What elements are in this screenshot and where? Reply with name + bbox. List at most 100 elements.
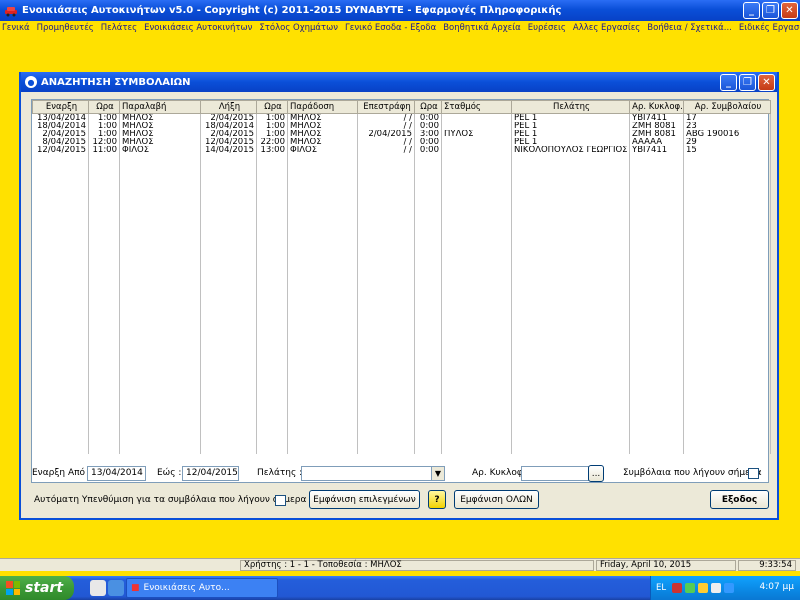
cell-return-time: 0:00 — [414, 113, 442, 122]
close-icon: ✕ — [762, 77, 771, 88]
plate-browse-button[interactable]: ... — [588, 465, 604, 482]
dialog-close-button[interactable]: ✕ — [758, 74, 775, 91]
auto-reminder-checkbox[interactable] — [275, 495, 286, 506]
show-all-button[interactable]: Εμφάνιση ΟΛΩΝ — [454, 490, 539, 509]
table-row[interactable]: 13/04/2014 1:00 ΜΗΛΟΣ 2/04/2015 1:00 ΜΗΛ… — [32, 113, 771, 122]
minimize-button[interactable]: _ — [743, 2, 760, 19]
contracts-grid[interactable]: Εναρξη Ωρα Παραλαβή Λήξη Ωρα Παράδοση Επ… — [31, 99, 771, 483]
cell-start-date: 18/04/2014 — [32, 122, 89, 130]
app-title-bar[interactable]: Ενοικιάσεις Αυτοκινήτων v5.0 - Copyright… — [0, 0, 800, 21]
car-icon — [4, 4, 18, 18]
search-contracts-dialog: ● ΑΝΑΖΗΤΗΣΗ ΣΥΜΒΟΛΑΙΩΝ _ ❐ ✕ Εναρξη Ωρα … — [19, 72, 779, 520]
col-header[interactable]: Σταθμός — [441, 100, 512, 114]
to-date-field[interactable]: 12/04/2015 — [182, 466, 239, 481]
cell-start-date: 2/04/2015 — [32, 130, 89, 138]
tray-bluetooth-icon[interactable] — [724, 583, 735, 593]
cell-end-date: 2/04/2015 — [200, 113, 257, 122]
customer-dropdown-button[interactable]: ▼ — [431, 466, 445, 481]
cell-start-date: 8/04/2015 — [32, 138, 89, 146]
menu-item[interactable]: Γενικά — [2, 23, 30, 33]
table-row[interactable]: 18/04/2014 1:00 ΜΗΛΟΣ 18/04/2014 1:00 ΜΗ… — [32, 122, 771, 130]
dialog-title: ΑΝΑΖΗΤΗΣΗ ΣΥΜΒΟΛΑΙΩΝ — [41, 76, 191, 88]
cell-return-time: 0:00 — [414, 138, 442, 146]
col-header[interactable]: Παραλαβή — [119, 100, 201, 114]
taskbar-app-button[interactable]: ■ Ενοικιάσεις Αυτο... — [126, 578, 278, 598]
cell-station: ΠΥΛΟΣ — [441, 130, 512, 138]
cell-contract-no: ABG 190016 — [683, 130, 771, 138]
menu-item[interactable]: Αλλες Εργασίες — [573, 23, 640, 33]
windows-logo-icon — [6, 581, 20, 595]
browser-icon[interactable] — [108, 580, 124, 596]
expiring-today-checkbox[interactable] — [748, 468, 759, 479]
col-header[interactable]: Ωρα — [88, 100, 120, 114]
cell-plate: ΥΒΙ7411 — [629, 146, 684, 154]
dialog-minimize-button[interactable]: _ — [720, 74, 737, 91]
col-header[interactable]: Εναρξη — [32, 100, 89, 114]
cell-contract-no: 17 — [683, 113, 771, 122]
grid-empty-area — [32, 154, 771, 454]
menu-item[interactable]: Πελάτες — [101, 23, 137, 33]
taskbar: start ■ Ενοικιάσεις Αυτο... EL 4:07 μμ — [0, 576, 800, 600]
restore-icon: ❐ — [743, 77, 752, 88]
cell-dropoff: ΜΗΛΟΣ — [287, 122, 358, 130]
auto-reminder-label: Αυτόματη Υπενθύμιση για τα συμβόλαια που… — [34, 495, 307, 505]
cell-start-time: 11:00 — [88, 146, 120, 154]
start-button[interactable]: start — [0, 576, 74, 600]
tray-volume-icon[interactable] — [711, 583, 722, 593]
menu-item[interactable]: Ενοικιάσεις Αυτοκινήτων — [144, 23, 252, 33]
cell-return-time: 3:00 — [414, 130, 442, 138]
menu-item[interactable]: Βοηθητικά Αρχεία — [443, 23, 521, 33]
chevron-down-icon: ▼ — [434, 469, 442, 478]
col-header[interactable]: Επεστράφη — [357, 100, 415, 114]
taskbar-clock[interactable]: 4:07 μμ — [759, 582, 794, 592]
col-header[interactable]: Παράδοση — [287, 100, 358, 114]
tray-network-icon[interactable] — [685, 583, 696, 593]
cell-start-time: 1:00 — [88, 122, 120, 130]
plate-field[interactable] — [521, 466, 589, 481]
col-header[interactable]: Λήξη — [200, 100, 257, 114]
grid-header-row: Εναρξη Ωρα Παραλαβή Λήξη Ωρα Παράδοση Επ… — [32, 100, 771, 114]
customer-select[interactable] — [301, 466, 432, 481]
status-user: Χρήστης : 1 - 1 - Τοποθεσία : ΜΗΛΟΣ — [240, 560, 594, 571]
taskbar-app-label: Ενοικιάσεις Αυτο... — [143, 583, 230, 593]
cell-station — [441, 146, 512, 154]
show-selected-button[interactable]: Εμφάνιση επιλεγμένων — [309, 490, 420, 509]
cell-plate: ΖΜΗ 8081 — [629, 122, 684, 130]
language-indicator[interactable]: EL — [656, 583, 666, 593]
menu-item[interactable]: Ειδικές Εργασίες — [739, 23, 800, 33]
cell-start-time: 1:00 — [88, 130, 120, 138]
col-header[interactable]: Αρ. Συμβολαίου — [683, 100, 771, 114]
tray-app-icon[interactable] — [672, 583, 683, 593]
close-button[interactable]: ✕ — [781, 2, 798, 19]
minimize-icon: _ — [726, 77, 731, 88]
system-tray: EL 4:07 μμ — [650, 576, 800, 600]
table-row[interactable]: 12/04/2015 11:00 ΦΙΛΟΣ 14/04/2015 13:00 … — [32, 146, 771, 154]
col-header[interactable]: Πελάτης — [511, 100, 630, 114]
table-row[interactable]: 2/04/2015 1:00 ΜΗΛΟΣ 2/04/2015 1:00 ΜΗΛΟ… — [32, 130, 771, 138]
exit-button[interactable]: Εξοδος — [710, 490, 769, 509]
col-header[interactable]: Ωρα — [414, 100, 442, 114]
col-header[interactable]: Ωρα — [256, 100, 288, 114]
restore-icon: ❐ — [766, 5, 775, 16]
cell-customer: PEL 1 — [511, 138, 630, 146]
menu-bar: Γενικά Προμηθευτές Πελάτες Ενοικιάσεις Α… — [0, 21, 800, 35]
cell-dropoff: ΦΙΛΟΣ — [287, 146, 358, 154]
menu-item[interactable]: Προμηθευτές — [37, 23, 94, 33]
menu-item[interactable]: Γενικό Εσοδα - Εξοδα — [345, 23, 436, 33]
show-desktop-icon[interactable] — [90, 580, 106, 596]
cell-station — [441, 138, 512, 146]
tray-security-icon[interactable] — [698, 583, 709, 593]
app-title: Ενοικιάσεις Αυτοκινήτων v5.0 - Copyright… — [22, 5, 562, 16]
table-row[interactable]: 8/04/2015 12:00 ΜΗΛΟΣ 12/04/2015 22:00 Μ… — [32, 138, 771, 146]
menu-item[interactable]: Στόλος Οχημάτων — [259, 23, 338, 33]
dialog-restore-button[interactable]: ❐ — [739, 74, 756, 91]
restore-button[interactable]: ❐ — [762, 2, 779, 19]
dialog-title-bar[interactable]: ● ΑΝΑΖΗΤΗΣΗ ΣΥΜΒΟΛΑΙΩΝ _ ❐ ✕ — [21, 72, 777, 92]
start-from-field[interactable]: 13/04/2014 — [87, 466, 146, 481]
menu-item[interactable]: Ευρέσεις — [528, 23, 566, 33]
col-header[interactable]: Αρ. Κυκλοφ. — [629, 100, 684, 114]
help-button[interactable]: ? — [428, 490, 446, 509]
cell-station — [441, 122, 512, 130]
cell-customer: PEL 1 — [511, 113, 630, 122]
menu-item[interactable]: Βοήθεια / Σχετικά... — [647, 23, 732, 33]
